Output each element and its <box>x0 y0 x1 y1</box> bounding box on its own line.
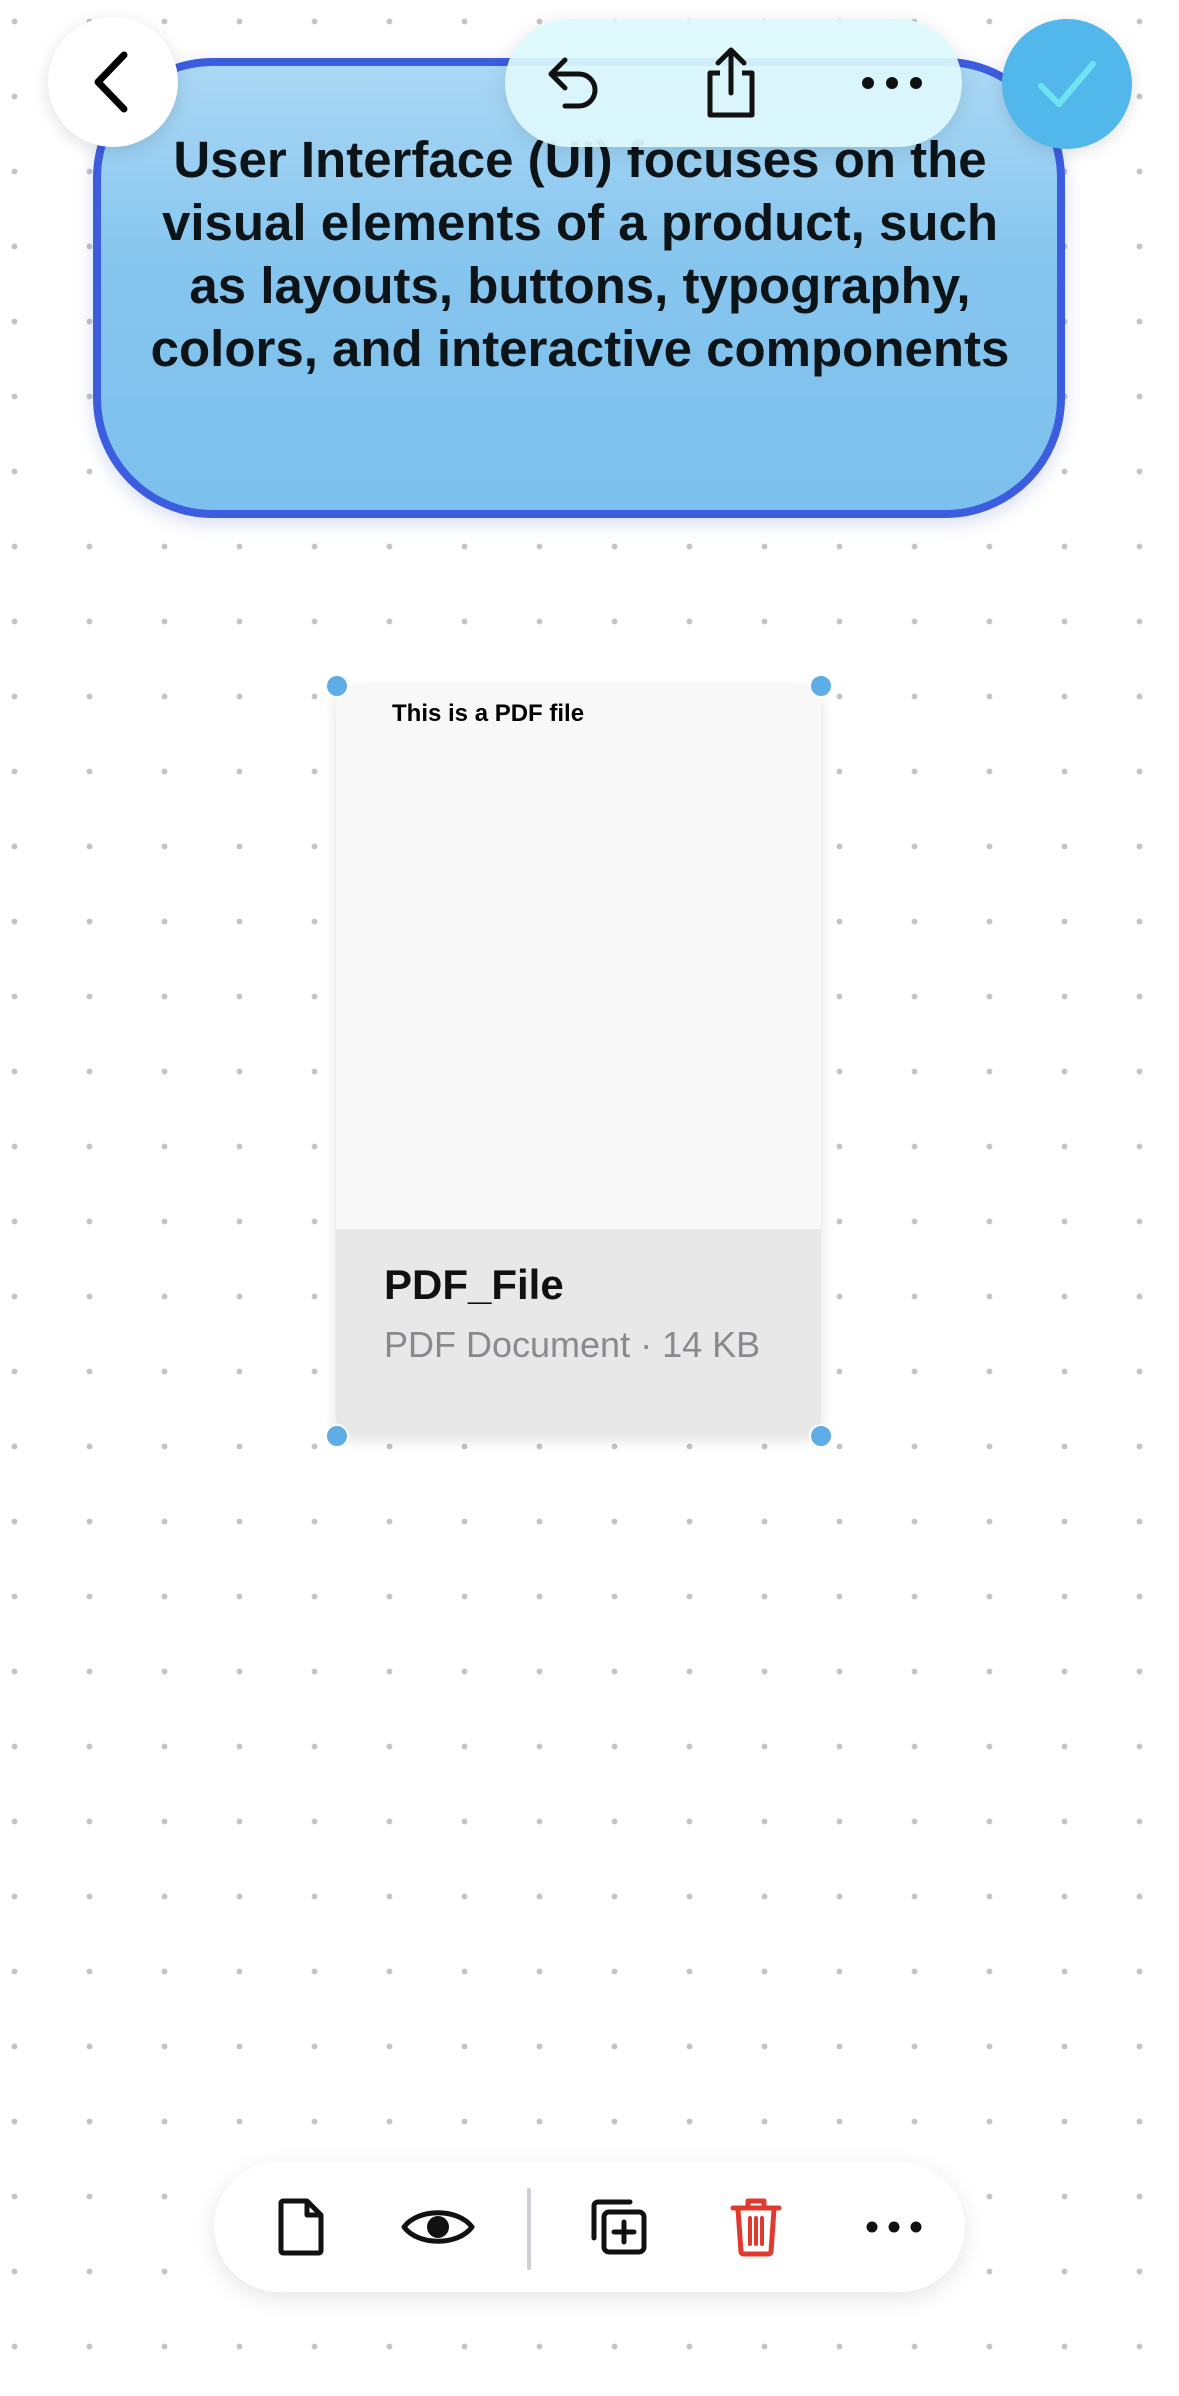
chevron-left-icon <box>94 51 128 113</box>
resize-handle-top-right[interactable] <box>809 674 833 698</box>
bottom-toolbar <box>214 2162 965 2292</box>
duplicate-button[interactable] <box>564 2162 674 2292</box>
file-name: PDF_File <box>384 1261 564 1308</box>
back-button[interactable] <box>48 17 178 147</box>
file-meta: PDF Document · 14 KB <box>384 1324 761 1365</box>
share-icon <box>707 47 755 118</box>
open-document-button[interactable] <box>246 2162 356 2292</box>
more-button[interactable] <box>832 19 952 147</box>
undo-button[interactable] <box>510 19 630 147</box>
duplicate-icon <box>591 2199 647 2255</box>
checkmark-icon <box>1038 61 1096 107</box>
resize-handle-top-left[interactable] <box>325 674 349 698</box>
done-button[interactable] <box>1002 19 1132 149</box>
undo-icon <box>548 57 598 109</box>
pdf-preview-text: This is a PDF file <box>392 700 585 727</box>
trash-icon <box>730 2198 782 2257</box>
resize-handle-bottom-left[interactable] <box>325 1424 349 1448</box>
ellipsis-icon <box>862 77 922 89</box>
share-button[interactable] <box>671 19 791 147</box>
eye-icon <box>401 2210 475 2244</box>
preview-button[interactable] <box>383 2162 493 2292</box>
delete-button[interactable] <box>701 2162 811 2292</box>
toolbar-divider <box>527 2188 531 2270</box>
more-options-button[interactable] <box>839 2162 949 2292</box>
action-pill <box>505 19 962 147</box>
ellipsis-icon <box>866 2221 922 2233</box>
pdf-card[interactable]: This is a PDF file PDF_File PDF Document… <box>336 686 821 1436</box>
sticky-note-text: User Interface (UI) focuses on the visua… <box>150 131 1010 377</box>
resize-handle-bottom-right[interactable] <box>809 1424 833 1448</box>
pdf-card-footer: PDF_File PDF Document · 14 KB <box>336 1229 821 1436</box>
document-icon <box>278 2198 324 2256</box>
